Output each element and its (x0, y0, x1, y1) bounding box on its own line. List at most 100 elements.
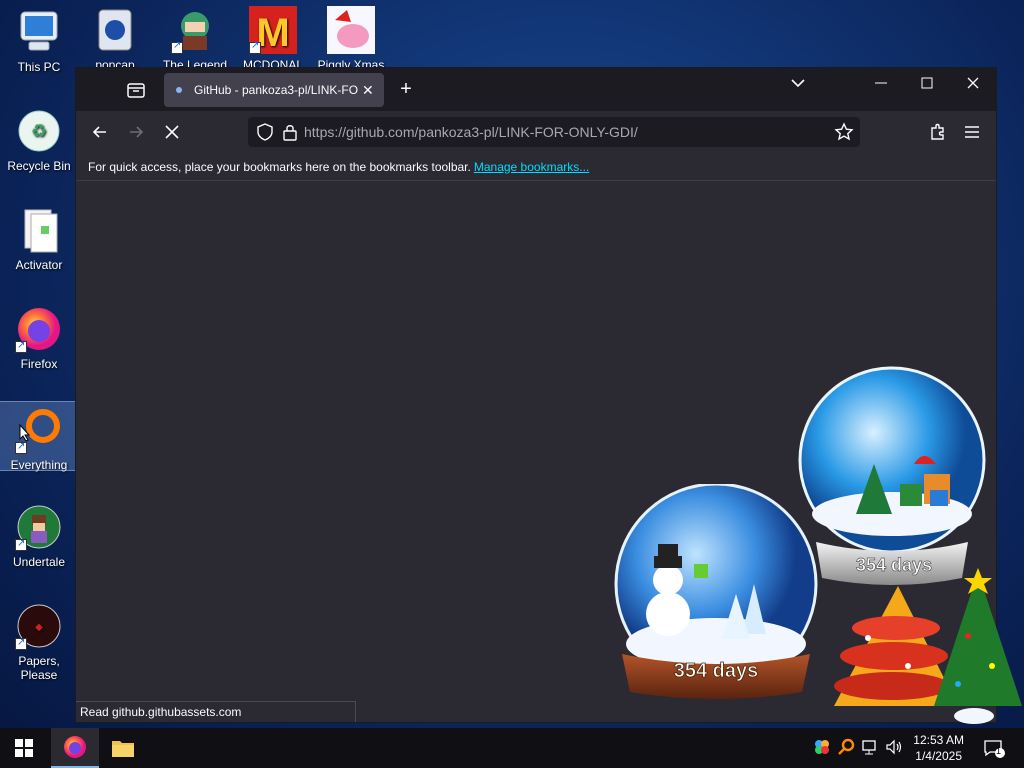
svg-text:M: M (256, 11, 289, 54)
chevron-down-icon (791, 79, 805, 88)
minimize-button[interactable] (866, 76, 896, 95)
desktop-icon-label: Everything (10, 458, 68, 472)
stop-icon (165, 125, 179, 139)
desktop-icon-label: Activator (15, 258, 63, 272)
maximize-button[interactable] (912, 76, 942, 95)
app-menu-button[interactable] (960, 120, 984, 144)
bookmark-star-icon[interactable] (834, 122, 854, 142)
close-window-button[interactable] (958, 76, 988, 95)
start-button[interactable] (0, 728, 48, 768)
status-panel: Read github.githubassets.com (76, 701, 356, 722)
clock-date: 1/4/2025 (915, 749, 962, 763)
piggly-xmas-icon (327, 6, 375, 54)
gifts-globe-icon: 354 days (798, 366, 986, 585)
tab-title: GitHub - pankoza3-pl/LINK-FOR-ONLY-GDI/ (194, 83, 358, 97)
desktop-icon-everything[interactable]: Everything (0, 401, 79, 472)
shortcut-arrow-icon (15, 440, 27, 454)
shortcut-arrow-icon (15, 537, 27, 551)
navigation-toolbar: https://github.com/pankoza3-pl/LINK-FOR-… (76, 111, 996, 153)
file-icon (15, 206, 63, 254)
desktop-icon-papers-please[interactable]: ◆ Papers, Please (0, 598, 78, 682)
firefox-icon (64, 736, 86, 758)
computer-icon (15, 8, 63, 56)
popcap-icon (91, 6, 139, 54)
desktop-icon-label: Recycle Bin (7, 159, 71, 173)
desktop-icon-piggly-xmas[interactable]: Piggly Xmas (312, 0, 390, 72)
speaker-icon (886, 739, 902, 755)
desktop-icon-firefox[interactable]: Firefox (0, 301, 78, 377)
magnifier-icon (838, 738, 855, 755)
desktop-icon-label: This PC (17, 60, 61, 74)
svg-text:♻: ♻ (31, 121, 47, 141)
the-legend-icon (171, 6, 219, 54)
puzzle-icon (931, 123, 944, 140)
notification-count: 1 (996, 746, 1002, 756)
list-all-tabs-button[interactable] (783, 76, 813, 95)
tracking-protection-shield-icon[interactable] (256, 123, 274, 141)
action-center-button[interactable]: 1 (982, 738, 1006, 758)
url-host: https://github.com (304, 124, 415, 140)
christmas-tree-icon (834, 568, 1022, 724)
tab-close-icon[interactable]: ✕ (362, 82, 376, 99)
desktop-icon-the-legend[interactable]: The Legend (156, 0, 234, 72)
url-path: /pankoza3-pl/LINK-FOR-ONLY-GDI/ (414, 124, 638, 140)
svg-text:◆: ◆ (35, 622, 43, 633)
taskbar-firefox-button[interactable] (51, 728, 99, 768)
bookmarks-toolbar: For quick access, place your bookmarks h… (76, 153, 996, 181)
desktop-icon-label: Papers, Please (18, 654, 60, 682)
url-bar[interactable]: https://github.com/pankoza3-pl/LINK-FOR-… (248, 117, 860, 147)
clock-time: 12:53 AM (913, 733, 964, 747)
snowman-globe-icon: 354 days (614, 482, 818, 699)
tab-github[interactable]: GitHub - pankoza3-pl/LINK-FOR-ONLY-GDI/ … (164, 73, 384, 107)
notification-icon (984, 740, 1005, 758)
tray-network-icon[interactable] (860, 738, 880, 758)
mouse-cursor-icon (19, 424, 31, 442)
bookmarks-toolbar-message: For quick access, place your bookmarks h… (88, 159, 471, 174)
close-icon (967, 77, 979, 89)
christmas-tree-decoration[interactable] (828, 566, 1024, 728)
desktop-icon-undertale[interactable]: Undertale (0, 499, 78, 575)
undertale-icon (15, 503, 63, 551)
minimize-icon (875, 82, 887, 84)
desktop-icon-mcdonal[interactable]: M MCDONAL (234, 0, 312, 72)
windows-logo-icon (15, 739, 33, 757)
colorful-app-icon (815, 740, 829, 754)
snow-globe-small[interactable]: 354 days (612, 482, 822, 704)
maximize-icon (921, 77, 933, 89)
back-button[interactable] (88, 120, 112, 144)
new-tab-button[interactable]: + (394, 78, 418, 101)
recycle-bin-icon: ♻ (15, 107, 63, 155)
arrow-left-icon (92, 126, 106, 138)
tab-loading-icon (176, 87, 182, 93)
desktop-icon-recycle-bin[interactable]: ♻ Recycle Bin (0, 103, 78, 179)
tray-search-icon[interactable] (836, 738, 856, 758)
manage-bookmarks-link[interactable]: Manage bookmarks... (474, 160, 589, 174)
firefox-view-icon (127, 83, 145, 98)
firefox-view-button[interactable] (124, 78, 148, 102)
hamburger-menu-icon (965, 126, 979, 138)
desktop-icon-this-pc[interactable]: This PC (0, 4, 78, 80)
extensions-button[interactable] (926, 120, 950, 144)
desktop-icon-label: Undertale (12, 555, 66, 569)
shortcut-arrow-icon (249, 40, 261, 54)
desktop-icon-popcap[interactable]: popcap (76, 0, 154, 72)
stop-loading-button[interactable] (160, 120, 184, 144)
shortcut-arrow-icon (171, 40, 183, 54)
shortcut-arrow-icon (15, 636, 27, 650)
folder-icon (112, 741, 134, 757)
firefox-icon (15, 305, 63, 353)
arrow-right-icon (130, 126, 144, 138)
snow-globe-large[interactable]: 354 days (796, 364, 992, 590)
lock-icon[interactable] (282, 123, 298, 141)
forward-button[interactable] (124, 120, 148, 144)
taskbar: 12:53 AM 1/4/2025 1 (0, 728, 1024, 768)
desktop-icon-label: Firefox (20, 357, 58, 371)
desktop-icon-activator[interactable]: Activator (0, 202, 78, 278)
tray-app-icon[interactable] (812, 738, 832, 758)
taskbar-file-explorer-button[interactable] (99, 728, 147, 768)
taskbar-clock[interactable]: 12:53 AM 1/4/2025 (913, 732, 964, 764)
mcdonalds-icon: M (249, 6, 297, 55)
tray-volume-icon[interactable] (884, 738, 904, 758)
shortcut-arrow-icon (15, 339, 27, 353)
papers-please-icon: ◆ (15, 602, 63, 650)
